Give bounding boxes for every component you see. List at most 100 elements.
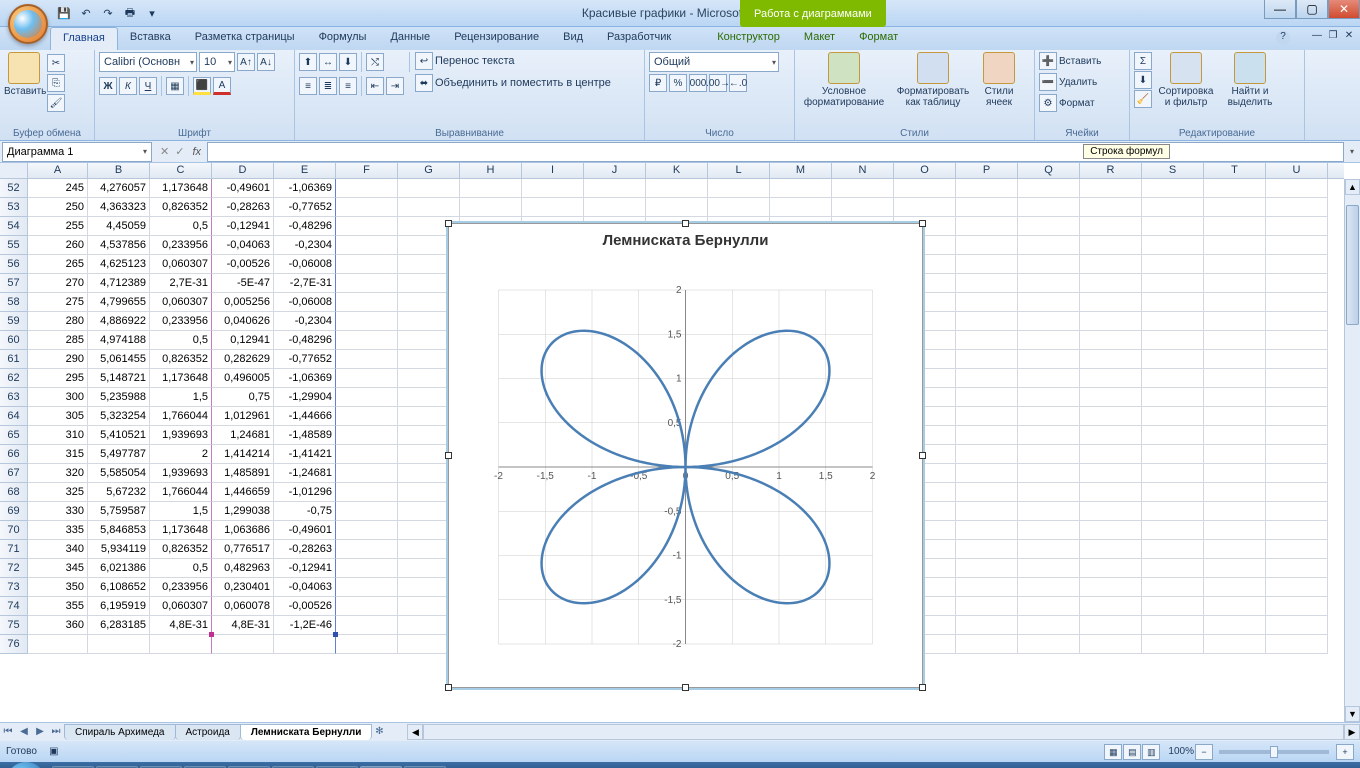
cell-Q74[interactable] — [1018, 597, 1080, 616]
conditional-formatting-button[interactable]: Условное форматирование — [799, 52, 889, 108]
qat-save-icon[interactable]: 💾 — [55, 4, 73, 22]
format-cells-button[interactable]: ⚙Формат — [1039, 94, 1095, 112]
cell-D75[interactable]: 4,8E-31 — [212, 616, 274, 635]
cell-D53[interactable]: -0,28263 — [212, 198, 274, 217]
tab-review[interactable]: Рецензирование — [442, 27, 551, 50]
cell-T55[interactable] — [1204, 236, 1266, 255]
hscroll-left-button[interactable]: ◀ — [407, 724, 423, 740]
orientation-icon[interactable]: ⤭ — [366, 53, 384, 71]
cell-Q54[interactable] — [1018, 217, 1080, 236]
cell-T60[interactable] — [1204, 331, 1266, 350]
window-maximize-button[interactable]: ▢ — [1296, 0, 1328, 19]
cell-R60[interactable] — [1080, 331, 1142, 350]
cell-C74[interactable]: 0,060307 — [150, 597, 212, 616]
cell-T70[interactable] — [1204, 521, 1266, 540]
cell-A58[interactable]: 275 — [28, 293, 88, 312]
cell-O52[interactable] — [894, 179, 956, 198]
cell-F56[interactable] — [336, 255, 398, 274]
cell-U71[interactable] — [1266, 540, 1328, 559]
doc-minimize-button[interactable]: — — [1310, 30, 1324, 44]
hscroll-track[interactable] — [423, 724, 1344, 740]
cell-T56[interactable] — [1204, 255, 1266, 274]
cell-F61[interactable] — [336, 350, 398, 369]
chart-handle-mr[interactable] — [919, 452, 926, 459]
fill-icon[interactable]: ⬇ — [1134, 71, 1152, 89]
cell-Q63[interactable] — [1018, 388, 1080, 407]
cell-E71[interactable]: -0,28263 — [274, 540, 336, 559]
cell-E58[interactable]: -0,06008 — [274, 293, 336, 312]
cell-D57[interactable]: -5E-47 — [212, 274, 274, 293]
row-header-52[interactable]: 52 — [0, 179, 27, 198]
cell-F64[interactable] — [336, 407, 398, 426]
cell-T52[interactable] — [1204, 179, 1266, 198]
cell-S65[interactable] — [1142, 426, 1204, 445]
align-middle-icon[interactable]: ↔ — [319, 53, 337, 71]
cell-T76[interactable] — [1204, 635, 1266, 654]
col-header-E[interactable]: E — [274, 163, 336, 178]
col-header-I[interactable]: I — [522, 163, 584, 178]
cell-E63[interactable]: -1,29904 — [274, 388, 336, 407]
cell-Q75[interactable] — [1018, 616, 1080, 635]
copy-icon[interactable]: ⎘ — [47, 74, 65, 92]
find-select-button[interactable]: Найти и выделить — [1220, 52, 1280, 108]
col-header-H[interactable]: H — [460, 163, 522, 178]
cell-U61[interactable] — [1266, 350, 1328, 369]
tab-chart-layout[interactable]: Макет — [792, 27, 847, 50]
cell-D63[interactable]: 0,75 — [212, 388, 274, 407]
scroll-up-button[interactable]: ▲ — [1345, 179, 1360, 195]
doc-close-button[interactable]: ✕ — [1342, 30, 1356, 44]
row-header-66[interactable]: 66 — [0, 445, 27, 464]
window-close-button[interactable]: ✕ — [1328, 0, 1360, 19]
cell-R71[interactable] — [1080, 540, 1142, 559]
row-header-69[interactable]: 69 — [0, 502, 27, 521]
row-header-54[interactable]: 54 — [0, 217, 27, 236]
cell-Q60[interactable] — [1018, 331, 1080, 350]
cell-E52[interactable]: -1,06369 — [274, 179, 336, 198]
cell-B73[interactable]: 6,108652 — [88, 578, 150, 597]
zoom-value[interactable]: 100% — [1168, 746, 1194, 757]
cell-E69[interactable]: -0,75 — [274, 502, 336, 521]
cell-R63[interactable] — [1080, 388, 1142, 407]
window-minimize-button[interactable]: — — [1264, 0, 1296, 19]
cell-P69[interactable] — [956, 502, 1018, 521]
cell-Q56[interactable] — [1018, 255, 1080, 274]
cut-icon[interactable]: ✂ — [47, 54, 65, 72]
view-page-layout-button[interactable]: ▤ — [1123, 744, 1141, 760]
cell-U62[interactable] — [1266, 369, 1328, 388]
col-header-U[interactable]: U — [1266, 163, 1328, 178]
cell-T64[interactable] — [1204, 407, 1266, 426]
cell-D66[interactable]: 1,414214 — [212, 445, 274, 464]
cell-G52[interactable] — [398, 179, 460, 198]
fx-icon[interactable]: fx — [192, 146, 207, 158]
cell-S69[interactable] — [1142, 502, 1204, 521]
cell-Q61[interactable] — [1018, 350, 1080, 369]
cell-P56[interactable] — [956, 255, 1018, 274]
cell-C67[interactable]: 1,939693 — [150, 464, 212, 483]
cell-B75[interactable]: 6,283185 — [88, 616, 150, 635]
delete-cells-button[interactable]: ➖Удалить — [1039, 73, 1097, 91]
cell-B74[interactable]: 6,195919 — [88, 597, 150, 616]
cell-P61[interactable] — [956, 350, 1018, 369]
start-button[interactable] — [6, 762, 46, 768]
cell-T62[interactable] — [1204, 369, 1266, 388]
cell-U69[interactable] — [1266, 502, 1328, 521]
cell-A75[interactable]: 360 — [28, 616, 88, 635]
office-button[interactable] — [8, 4, 48, 44]
cell-I52[interactable] — [522, 179, 584, 198]
align-left-icon[interactable]: ≡ — [299, 77, 317, 95]
cell-E57[interactable]: -2,7E-31 — [274, 274, 336, 293]
cell-D60[interactable]: 0,12941 — [212, 331, 274, 350]
chart-handle-bl[interactable] — [445, 684, 452, 691]
row-header-53[interactable]: 53 — [0, 198, 27, 217]
cell-E55[interactable]: -0,2304 — [274, 236, 336, 255]
cell-R54[interactable] — [1080, 217, 1142, 236]
cell-P59[interactable] — [956, 312, 1018, 331]
col-header-A[interactable]: A — [28, 163, 88, 178]
cell-D67[interactable]: 1,485891 — [212, 464, 274, 483]
help-icon[interactable]: ? — [1276, 31, 1290, 45]
align-bottom-icon[interactable]: ⬇ — [339, 53, 357, 71]
cell-J52[interactable] — [584, 179, 646, 198]
cell-P63[interactable] — [956, 388, 1018, 407]
sheet-nav-prev-icon[interactable]: ◀ — [16, 724, 32, 740]
insert-cells-button[interactable]: ➕Вставить — [1039, 52, 1101, 70]
